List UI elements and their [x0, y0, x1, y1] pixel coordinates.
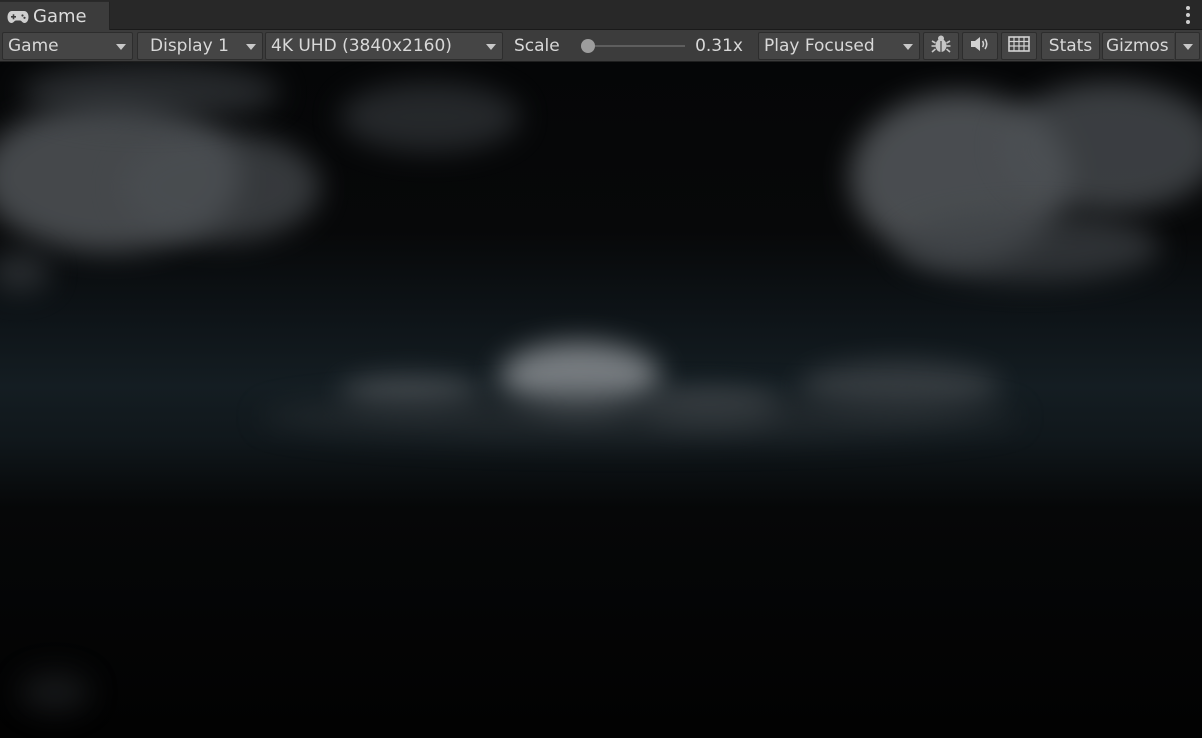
audio-button[interactable] — [962, 32, 998, 60]
scale-slider[interactable] — [581, 39, 685, 53]
gamepad-icon — [7, 10, 29, 24]
gizmos-label: Gizmos — [1106, 36, 1169, 56]
play-mode-label: Play Focused — [764, 36, 875, 56]
chevron-down-icon — [246, 44, 256, 50]
game-toolbar: Game Display 1 4K UHD (3840x2160) Scale … — [0, 30, 1202, 62]
view-mode-label: Game — [8, 36, 59, 56]
cloud — [120, 132, 320, 242]
cloud — [340, 82, 520, 152]
speaker-icon — [969, 35, 991, 58]
cloud — [260, 392, 1020, 442]
kebab-menu-icon[interactable] — [1186, 6, 1190, 24]
stats-label: Stats — [1048, 36, 1093, 56]
resolution-label: 4K UHD (3840x2160) — [271, 36, 452, 56]
bug-icon — [931, 34, 951, 59]
scale-label: Scale — [514, 36, 560, 56]
keyboard-icon — [1008, 35, 1030, 57]
scale-slider-thumb[interactable] — [581, 39, 595, 53]
gizmos-dropdown[interactable] — [1175, 32, 1200, 60]
tab-label: Game — [33, 6, 87, 27]
chevron-down-icon — [486, 44, 496, 50]
cloud — [0, 252, 50, 292]
cloud — [900, 212, 1160, 282]
tab-game[interactable]: Game — [0, 1, 110, 31]
cloud — [20, 62, 280, 122]
keyboard-button[interactable] — [1001, 32, 1037, 60]
game-viewport[interactable] — [0, 62, 1202, 738]
tab-bar: Game — [0, 0, 1202, 31]
view-mode-dropdown[interactable]: Game — [2, 32, 133, 60]
chevron-down-icon — [116, 44, 126, 50]
bug-button[interactable] — [923, 32, 959, 60]
game-view-window: Game Game Display 1 4K UHD (3840x2160) S… — [0, 0, 1202, 738]
resolution-dropdown[interactable]: 4K UHD (3840x2160) — [265, 32, 503, 60]
display-label: Display 1 — [150, 36, 229, 56]
chevron-down-icon — [1183, 44, 1193, 50]
stats-button[interactable]: Stats — [1041, 32, 1100, 60]
display-dropdown[interactable]: Display 1 — [137, 32, 263, 60]
chevron-down-icon — [903, 44, 913, 50]
cloud — [20, 672, 90, 712]
scale-value: 0.31x — [695, 36, 743, 56]
play-mode-dropdown[interactable]: Play Focused — [758, 32, 920, 60]
scale-control: Scale 0.31x — [505, 32, 755, 60]
gizmos-button[interactable]: Gizmos — [1102, 32, 1174, 60]
